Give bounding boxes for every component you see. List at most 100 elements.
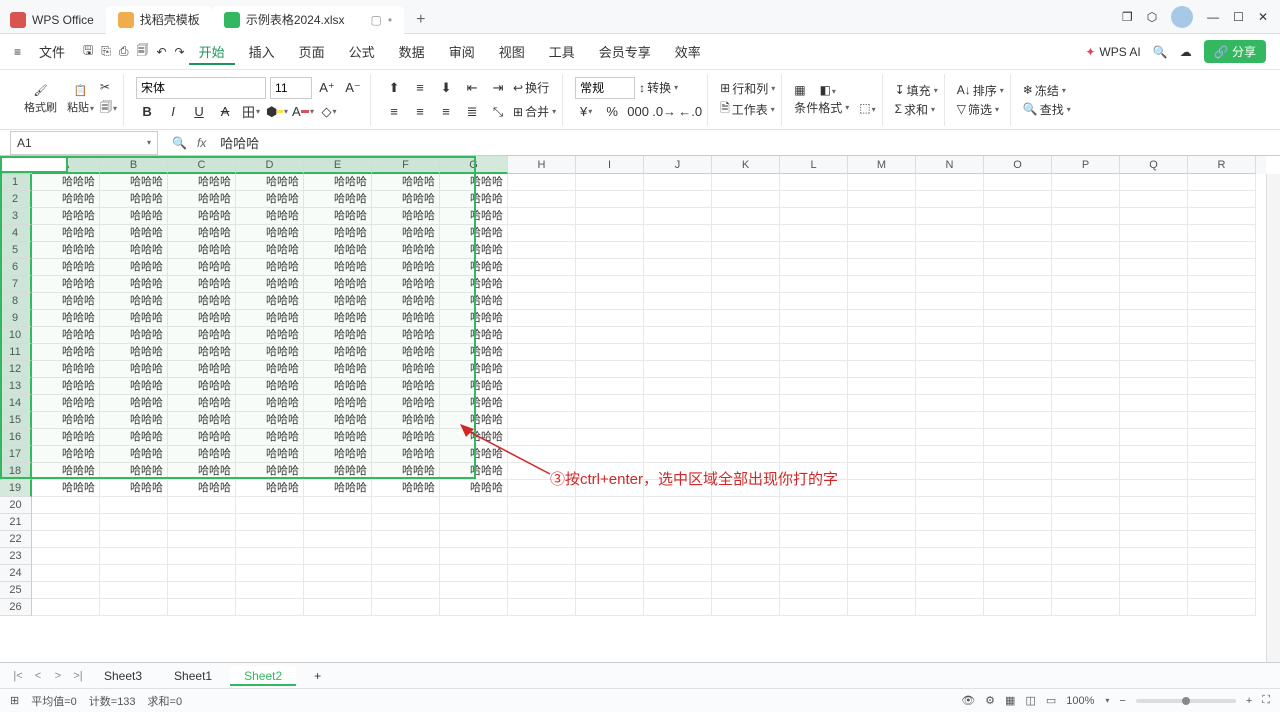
cell[interactable]: 哈哈哈 [236, 276, 304, 293]
column-header[interactable]: J [644, 156, 712, 174]
cell[interactable] [576, 599, 644, 616]
tab-prev-icon[interactable]: < [30, 670, 46, 682]
cell[interactable] [712, 174, 780, 191]
cell[interactable] [984, 395, 1052, 412]
cell[interactable] [644, 327, 712, 344]
cell[interactable] [508, 344, 576, 361]
column-header[interactable]: K [712, 156, 780, 174]
cell[interactable]: 哈哈哈 [372, 276, 440, 293]
cell[interactable] [712, 361, 780, 378]
cell[interactable]: 哈哈哈 [372, 259, 440, 276]
column-header[interactable]: M [848, 156, 916, 174]
wrap-button[interactable]: ↩ 换行 [513, 79, 549, 96]
sort-button[interactable]: A↓ 排序▾ [957, 82, 1004, 99]
cell[interactable]: 哈哈哈 [32, 429, 100, 446]
cell[interactable]: 哈哈哈 [168, 293, 236, 310]
cell[interactable]: 哈哈哈 [440, 242, 508, 259]
cell[interactable]: 哈哈哈 [236, 412, 304, 429]
vertical-scrollbar[interactable] [1266, 174, 1280, 662]
cell[interactable]: 哈哈哈 [304, 412, 372, 429]
cell[interactable] [984, 429, 1052, 446]
cell[interactable] [508, 276, 576, 293]
cell[interactable]: 哈哈哈 [100, 276, 168, 293]
cell[interactable] [100, 514, 168, 531]
cell[interactable]: 哈哈哈 [372, 480, 440, 497]
cond-format-button[interactable]: 条件格式▾ [794, 99, 849, 116]
cell[interactable]: 哈哈哈 [372, 225, 440, 242]
cell[interactable] [848, 174, 916, 191]
worksheet-button[interactable]: 🗎 工作表▾ [720, 99, 775, 120]
cell[interactable] [984, 514, 1052, 531]
cell[interactable] [780, 293, 848, 310]
cell[interactable] [576, 174, 644, 191]
cell[interactable] [168, 565, 236, 582]
convert-button[interactable]: ↕ 转换▾ [639, 79, 678, 96]
cell[interactable] [848, 429, 916, 446]
cell[interactable] [916, 548, 984, 565]
cell[interactable] [1120, 361, 1188, 378]
cell[interactable]: 哈哈哈 [304, 293, 372, 310]
percent-icon[interactable]: % [601, 101, 623, 123]
zoom-label[interactable]: 100% [1066, 695, 1094, 707]
cell[interactable] [780, 599, 848, 616]
decrease-font-icon[interactable]: A⁻ [342, 77, 364, 99]
cell[interactable]: 哈哈哈 [168, 208, 236, 225]
cell[interactable] [32, 548, 100, 565]
row-header[interactable]: 2 [0, 191, 32, 208]
cell[interactable] [1188, 174, 1256, 191]
cell[interactable] [780, 514, 848, 531]
cell[interactable] [848, 361, 916, 378]
cell[interactable] [644, 361, 712, 378]
cell[interactable] [780, 225, 848, 242]
cell[interactable] [780, 395, 848, 412]
share-button[interactable]: 🔗 分享 [1204, 40, 1266, 63]
cell[interactable] [780, 412, 848, 429]
cell[interactable] [1052, 225, 1120, 242]
cell[interactable] [644, 259, 712, 276]
zoom-out-button[interactable]: − [1119, 695, 1125, 707]
cell[interactable] [848, 378, 916, 395]
cell[interactable]: 哈哈哈 [32, 208, 100, 225]
cell[interactable] [100, 531, 168, 548]
cell[interactable] [1120, 514, 1188, 531]
cell[interactable]: 哈哈哈 [32, 225, 100, 242]
cell[interactable]: 哈哈哈 [32, 293, 100, 310]
cell[interactable]: 哈哈哈 [100, 208, 168, 225]
cell[interactable]: 哈哈哈 [236, 242, 304, 259]
cell[interactable] [1052, 582, 1120, 599]
cell[interactable]: 哈哈哈 [32, 361, 100, 378]
cell[interactable] [236, 531, 304, 548]
styles-icon[interactable]: ◧▾ [820, 83, 836, 97]
cell[interactable] [848, 446, 916, 463]
cell[interactable]: 哈哈哈 [168, 480, 236, 497]
cell[interactable] [848, 531, 916, 548]
cell[interactable] [440, 548, 508, 565]
preview-icon[interactable]: 🗐 [136, 41, 148, 62]
cell[interactable] [372, 531, 440, 548]
filter-button[interactable]: ▽ 筛选▾ [957, 101, 1004, 118]
cell[interactable] [984, 599, 1052, 616]
cell[interactable] [780, 548, 848, 565]
dec-dec-icon[interactable]: ←.0 [679, 101, 701, 123]
cell[interactable]: 哈哈哈 [304, 395, 372, 412]
cell[interactable] [712, 293, 780, 310]
cell[interactable] [508, 327, 576, 344]
cell[interactable] [984, 344, 1052, 361]
view-normal-icon[interactable]: ▦ [1005, 694, 1015, 707]
cell[interactable]: 哈哈哈 [236, 378, 304, 395]
cell[interactable] [848, 599, 916, 616]
cell[interactable] [508, 378, 576, 395]
cell[interactable] [780, 344, 848, 361]
cell[interactable] [508, 446, 576, 463]
cell[interactable]: 哈哈哈 [32, 446, 100, 463]
cell[interactable] [780, 191, 848, 208]
cell[interactable] [304, 599, 372, 616]
cell[interactable] [1188, 582, 1256, 599]
cell[interactable] [1120, 412, 1188, 429]
paste-button[interactable]: 📋粘贴▾ [63, 82, 98, 117]
cell[interactable] [644, 565, 712, 582]
cell[interactable] [848, 259, 916, 276]
cell[interactable] [508, 174, 576, 191]
cell[interactable] [508, 480, 576, 497]
cell[interactable] [1052, 463, 1120, 480]
